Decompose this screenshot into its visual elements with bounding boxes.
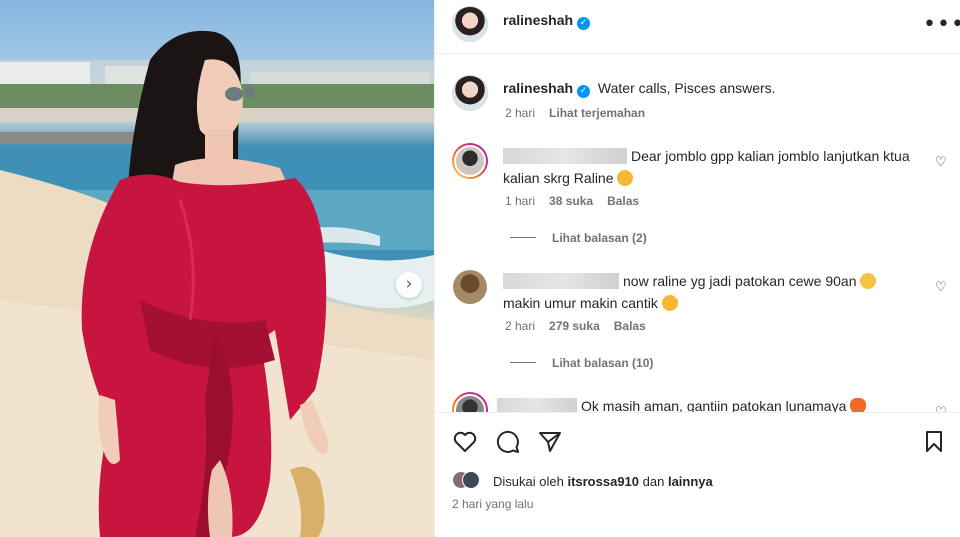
reply-button[interactable]: Balas	[614, 319, 646, 333]
post-photo[interactable]: ›	[0, 0, 434, 537]
view-replies-button[interactable]: Lihat balasan (10)	[510, 356, 653, 370]
reply-button[interactable]: Balas	[607, 194, 639, 208]
caption-username[interactable]: ralineshah	[503, 80, 573, 96]
comment-text: Ok masih aman, gantiin patokan lunamaya	[497, 395, 927, 412]
view-replies-label[interactable]: Lihat balasan (10)	[552, 356, 653, 370]
post-panel: ralineshah ✓ ••• ralineshah ✓ Water calls,…	[434, 0, 960, 537]
comment-meta: 2 hari 279 suka Balas	[505, 319, 660, 333]
post-header: ralineshah ✓ •••	[435, 0, 960, 54]
fire-emoji-icon	[850, 398, 867, 412]
share-icon[interactable]	[538, 430, 562, 454]
liker-avatar[interactable]	[462, 471, 480, 489]
view-replies-button[interactable]: Lihat balasan (2)	[510, 231, 647, 245]
comment-meta: 1 hari 38 suka Balas	[505, 194, 653, 208]
heart-outline-icon[interactable]: ♡	[935, 154, 947, 170]
next-photo-button[interactable]: ›	[396, 272, 422, 298]
translate-link[interactable]: Lihat terjemahan	[549, 106, 645, 120]
caption-time: 2 hari	[505, 106, 536, 120]
more-options-icon[interactable]: •••	[923, 12, 960, 37]
liked-by-others[interactable]: lainnya	[668, 474, 713, 489]
caption-avatar[interactable]	[452, 75, 488, 111]
save-bookmark-icon[interactable]	[924, 430, 944, 454]
heart-outline-icon[interactable]: ♡	[935, 279, 947, 295]
liked-by: Disukai oleh itsrossa910 dan lainnya	[493, 474, 713, 489]
comment-body: now raline yg jadi patokan cewe 90an	[623, 273, 857, 289]
username-text[interactable]: ralineshah	[503, 12, 573, 28]
comment-time: 1 hari	[505, 194, 536, 208]
verified-badge-icon: ✓	[577, 85, 591, 98]
comment-icon[interactable]	[496, 430, 520, 454]
blurred-username[interactable]	[503, 148, 627, 164]
comment-avatar[interactable]	[453, 270, 487, 304]
comment-avatar[interactable]	[452, 392, 488, 412]
comment-body: Ok masih aman, gantiin patokan lunamaya	[581, 398, 847, 412]
comment-body-line2: makin umur makin cantik	[503, 295, 658, 311]
blurred-username[interactable]	[497, 398, 577, 412]
caption: ralineshah ✓ Water calls, Pisces answers.	[503, 77, 933, 99]
post-time[interactable]: 2 hari yang lalu	[452, 497, 533, 511]
face-screaming-emoji-icon	[860, 273, 877, 289]
comments-list[interactable]: ralineshah ✓ Water calls, Pisces answers.…	[435, 54, 960, 412]
divider	[510, 237, 536, 238]
comment-likes[interactable]: 38 suka	[549, 194, 593, 208]
comment-avatar[interactable]	[452, 143, 488, 179]
caption-meta: 2 hari Lihat terjemahan	[505, 106, 659, 120]
divider	[510, 362, 536, 363]
post-actions: Disukai oleh itsrossa910 dan lainnya 2 h…	[435, 412, 960, 537]
liked-by-and: dan	[642, 474, 665, 489]
star-struck-emoji-icon	[617, 170, 634, 186]
photo-illustration	[0, 30, 434, 537]
comment-text: Dear jomblo gpp kalian jomblo lanjutkan …	[503, 145, 913, 189]
verified-badge-icon: ✓	[577, 17, 591, 30]
view-replies-label[interactable]: Lihat balasan (2)	[552, 231, 647, 245]
star-struck-emoji-icon	[661, 295, 678, 311]
liked-by-prefix: Disukai oleh	[493, 474, 564, 489]
blurred-username[interactable]	[503, 273, 619, 289]
comment-text: now raline yg jadi patokan cewe 90an mak…	[503, 270, 913, 314]
comment-time: 2 hari	[505, 319, 536, 333]
caption-text: Water calls, Pisces answers.	[597, 80, 776, 96]
heart-outline-icon[interactable]: ♡	[935, 404, 947, 412]
like-icon[interactable]	[453, 431, 477, 453]
header-username[interactable]: ralineshah ✓	[503, 12, 591, 30]
comment-likes[interactable]: 279 suka	[549, 319, 600, 333]
liked-by-user[interactable]: itsrossa910	[567, 474, 639, 489]
avatar[interactable]	[452, 6, 488, 42]
